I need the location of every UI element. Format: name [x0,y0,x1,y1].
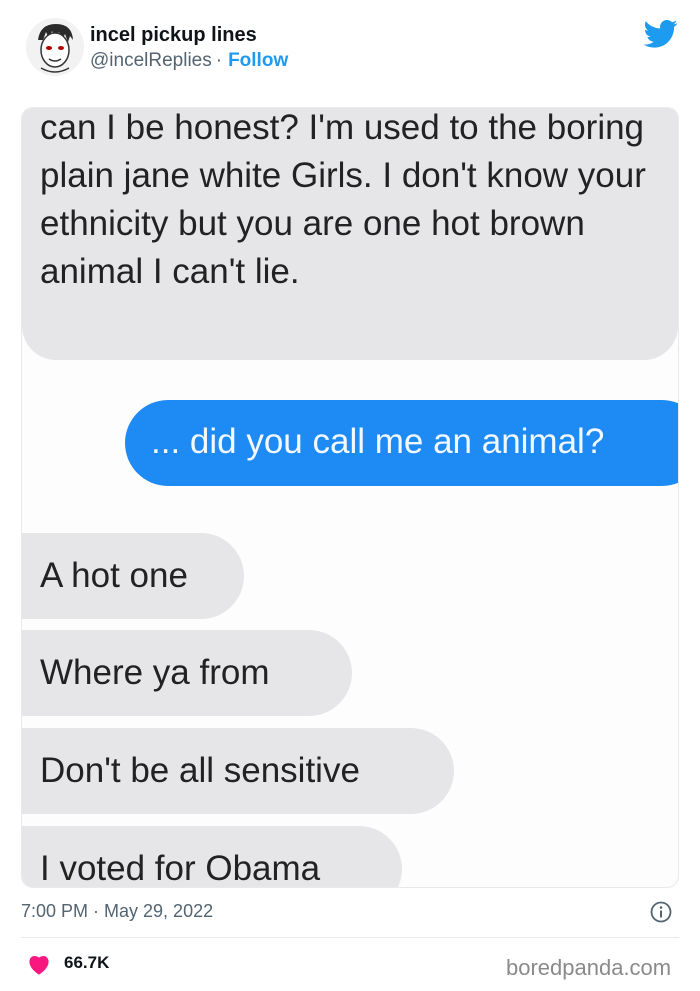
avatar-sketch-icon [26,18,84,76]
info-icon[interactable] [650,901,672,923]
heart-icon[interactable] [27,953,51,975]
chat-bubble-received: can I be honest? I'm used to the boring … [22,108,678,360]
author-handle-row: @incelReplies · Follow [90,50,288,72]
author-handle[interactable]: @incelReplies [90,50,212,71]
handle-separator: · [215,50,223,71]
divider [21,937,679,938]
follow-button[interactable]: Follow [228,50,288,71]
like-count[interactable]: 66.7K [64,953,109,973]
chat-bubble-received: Don't be all sensitive [22,728,454,814]
chat-bubble-received: Where ya from [22,630,352,716]
embedded-chat-screenshot[interactable]: can I be honest? I'm used to the boring … [21,107,679,888]
chat-bubble-received: I voted for Obama [22,826,402,887]
twitter-bird-icon[interactable] [644,19,678,49]
author-avatar[interactable] [26,18,84,76]
chat-bubble-received: A hot one [22,533,244,619]
watermark: boredpanda.com [506,955,672,980]
chat-bubble-sent: ... did you call me an animal? [125,400,678,486]
author-display-name[interactable]: incel pickup lines [90,24,257,47]
tweet-timestamp[interactable]: 7:00 PM · May 29, 2022 [21,901,213,922]
tweet-header: incel pickup lines @incelReplies · Follow [0,0,700,100]
